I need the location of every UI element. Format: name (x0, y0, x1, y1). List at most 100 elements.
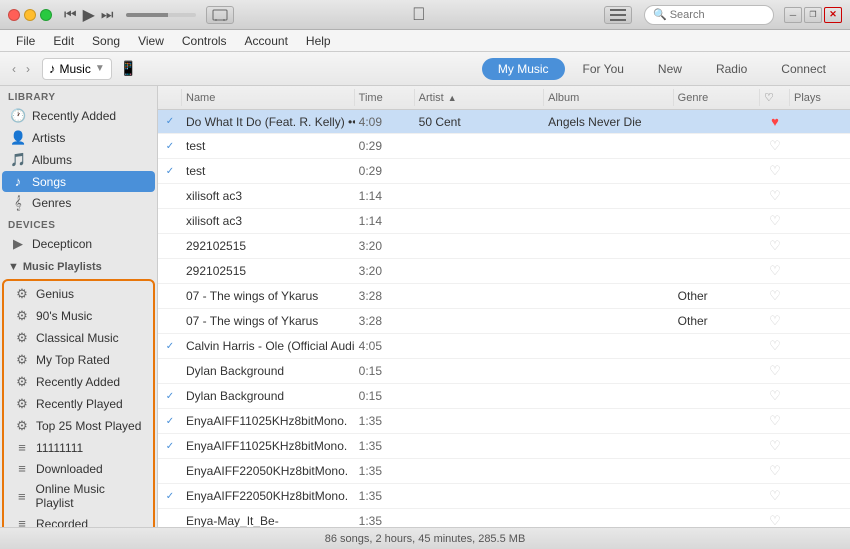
cell-heart[interactable]: ♡ (760, 436, 790, 456)
playlists-header[interactable]: ▼ Music Playlists (0, 257, 157, 277)
maximize-button[interactable] (40, 9, 52, 21)
os-minimize-button[interactable] (784, 7, 802, 23)
table-row[interactable]: ✓EnyaAIFF11025KHz8bitMono.1:35♡ (158, 434, 850, 459)
th-artist[interactable]: Artist ▲ (415, 89, 545, 106)
sidebar-item-online-music[interactable]: ≡ Online Music Playlist (6, 479, 151, 513)
table-row[interactable]: EnyaAIFF22050KHz8bitMono.1:35♡ (158, 459, 850, 484)
sidebar-item-albums[interactable]: 🎵 Albums (2, 149, 155, 171)
menu-account[interactable]: Account (237, 32, 296, 50)
cell-heart[interactable]: ♥ (760, 112, 790, 131)
th-name[interactable]: Name (182, 89, 355, 106)
table-row[interactable]: Dylan Background0:15♡ (158, 359, 850, 384)
minimize-button[interactable] (24, 9, 36, 21)
table-row[interactable]: Enya-May_It_Be-1:35♡ (158, 509, 850, 527)
table-row[interactable]: xilisoft ac31:14♡ (158, 184, 850, 209)
cell-album (544, 211, 674, 231)
sidebar-item-90s[interactable]: ⚙ 90's Music (6, 305, 151, 327)
cell-heart[interactable]: ♡ (760, 236, 790, 256)
sidebar-item-top-rated[interactable]: ⚙ My Top Rated (6, 349, 151, 371)
sidebar-item-top25[interactable]: ⚙ Top 25 Most Played (6, 415, 151, 437)
cell-heart[interactable]: ♡ (760, 361, 790, 381)
genres-label: Genres (32, 196, 71, 210)
sidebar-item-recorded[interactable]: ≡ Recorded (6, 513, 151, 527)
cell-heart[interactable]: ♡ (760, 336, 790, 356)
song-table[interactable]: Name Time Artist ▲ Album Genre ♡ Plays ✓… (158, 86, 850, 527)
menu-view[interactable]: View (130, 32, 172, 50)
os-close-button[interactable] (824, 7, 842, 23)
cell-album (544, 186, 674, 206)
cell-heart[interactable]: ♡ (760, 411, 790, 431)
th-album[interactable]: Album (544, 89, 674, 106)
display-button[interactable] (206, 6, 234, 24)
window-controls (8, 9, 52, 21)
search-input[interactable] (670, 9, 765, 21)
cell-check: ✓ (158, 411, 182, 431)
cell-heart[interactable]: ♡ (760, 161, 790, 181)
tab-my-music[interactable]: My Music (482, 58, 565, 80)
table-row[interactable]: ✓EnyaAIFF11025KHz8bitMono.1:35♡ (158, 409, 850, 434)
sidebar-item-decepticon[interactable]: ▶ Decepticon (2, 233, 155, 255)
playlists-label: Music Playlists (23, 261, 102, 273)
cell-genre (674, 361, 760, 381)
table-row[interactable]: ✓Do What It Do (Feat. R. Kelly) •••4:095… (158, 110, 850, 134)
cell-heart[interactable]: ♡ (760, 461, 790, 481)
table-row[interactable]: xilisoft ac31:14♡ (158, 209, 850, 234)
th-time[interactable]: Time (355, 89, 415, 106)
sidebar-item-classical[interactable]: ⚙ Classical Music (6, 327, 151, 349)
play-button[interactable]: ▶ (81, 5, 97, 25)
rewind-button[interactable]: ⏮ (62, 6, 79, 23)
sidebar-item-11111111[interactable]: ≡ 11111111 (6, 437, 151, 458)
sidebar-item-songs[interactable]: ♪ Songs (2, 171, 155, 192)
table-row[interactable]: ✓Dylan Background0:15♡ (158, 384, 850, 409)
sidebar-item-recently-played[interactable]: ⚙ Recently Played (6, 393, 151, 415)
tab-new[interactable]: New (642, 58, 698, 80)
close-button[interactable] (8, 9, 20, 21)
source-selector[interactable]: ♪ Music ▼ (42, 58, 112, 80)
tab-for-you[interactable]: For You (567, 58, 640, 80)
cell-heart[interactable]: ♡ (760, 511, 790, 527)
sidebar-item-recently-added-pl[interactable]: ⚙ Recently Added (6, 371, 151, 393)
menu-help[interactable]: Help (298, 32, 339, 50)
cell-heart[interactable]: ♡ (760, 486, 790, 506)
table-row[interactable]: ✓Calvin Harris - Ole (Official Audio)4:0… (158, 334, 850, 359)
cell-heart[interactable]: ♡ (760, 211, 790, 231)
th-genre[interactable]: Genre (674, 89, 760, 106)
volume-slider[interactable] (126, 13, 196, 17)
fast-forward-button[interactable]: ⏭ (99, 6, 116, 23)
forward-button[interactable]: › (22, 60, 34, 78)
table-row[interactable]: ✓test0:29♡ (158, 134, 850, 159)
th-plays[interactable]: Plays (790, 89, 850, 106)
cell-genre (674, 486, 760, 506)
table-row[interactable]: 2921025153:20♡ (158, 234, 850, 259)
menu-edit[interactable]: Edit (45, 32, 82, 50)
tab-radio[interactable]: Radio (700, 58, 763, 80)
cell-heart[interactable]: ♡ (760, 136, 790, 156)
list-view-button[interactable] (604, 6, 632, 24)
search-box[interactable]: 🔍 (644, 5, 774, 25)
back-button[interactable]: ‹ (8, 60, 20, 78)
tab-connect[interactable]: Connect (765, 58, 842, 80)
table-row[interactable]: ✓EnyaAIFF22050KHz8bitMono.1:35♡ (158, 484, 850, 509)
table-row[interactable]: ✓test0:29♡ (158, 159, 850, 184)
cell-check: ✓ (158, 161, 182, 181)
top25-label: Top 25 Most Played (36, 419, 141, 433)
cell-heart[interactable]: ♡ (760, 186, 790, 206)
sidebar-item-recently-added[interactable]: 🕐 Recently Added (2, 105, 155, 127)
menu-file[interactable]: File (8, 32, 43, 50)
menu-controls[interactable]: Controls (174, 32, 235, 50)
recently-added-icon: 🕐 (10, 108, 26, 124)
cell-heart[interactable]: ♡ (760, 311, 790, 331)
sidebar-item-downloaded[interactable]: ≡ Downloaded (6, 458, 151, 479)
cell-heart[interactable]: ♡ (760, 261, 790, 281)
sidebar-item-artists[interactable]: 👤 Artists (2, 127, 155, 149)
albums-label: Albums (32, 153, 72, 167)
cell-heart[interactable]: ♡ (760, 286, 790, 306)
os-restore-button[interactable] (804, 7, 822, 23)
table-row[interactable]: 07 - The wings of Ykarus3:28Other♡ (158, 309, 850, 334)
table-row[interactable]: 2921025153:20♡ (158, 259, 850, 284)
table-row[interactable]: 07 - The wings of Ykarus3:28Other♡ (158, 284, 850, 309)
sidebar-item-genres[interactable]: 𝄞 Genres (2, 192, 155, 214)
menu-song[interactable]: Song (84, 32, 128, 50)
cell-heart[interactable]: ♡ (760, 386, 790, 406)
sidebar-item-genius[interactable]: ⚙ Genius (6, 283, 151, 305)
